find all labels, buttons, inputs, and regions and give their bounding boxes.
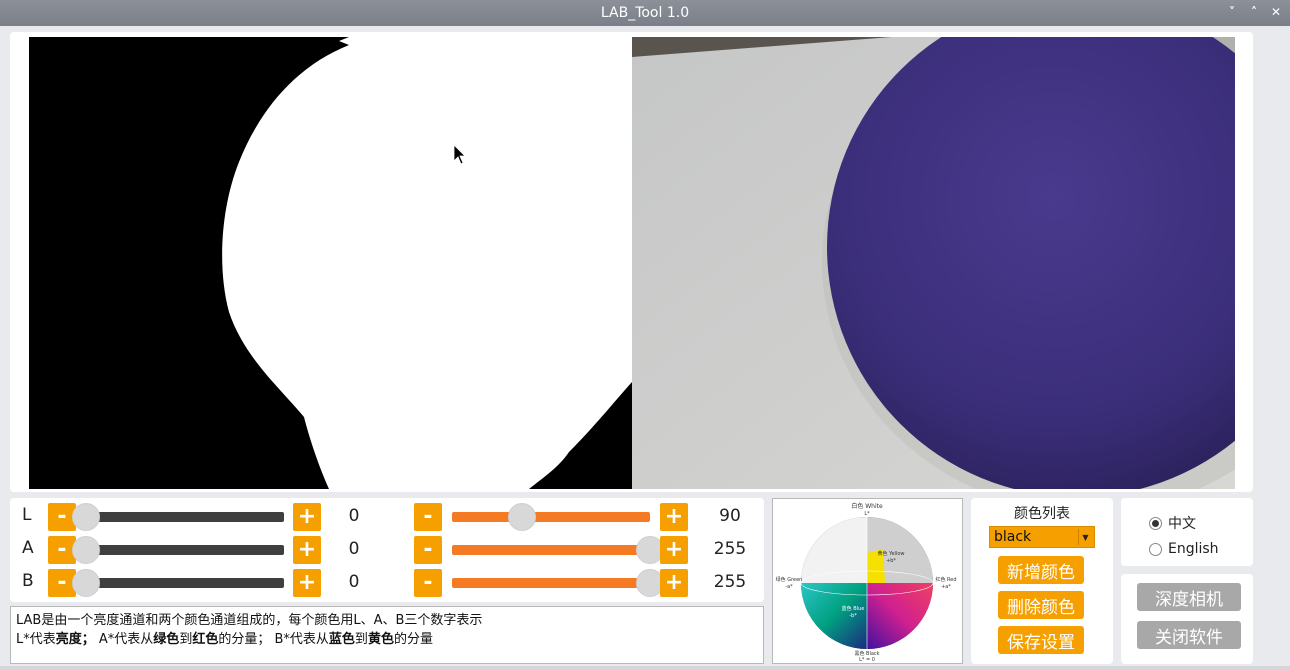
a-max-value: 255 — [713, 539, 747, 559]
window-controls: ˅ ˄ ✕ — [1224, 3, 1284, 21]
slider-thumb[interactable] — [72, 536, 100, 564]
l-max-decrement-button[interactable]: - — [414, 503, 442, 531]
neg-a-label: -a* — [785, 584, 793, 590]
pos-b-label: +b* — [886, 558, 896, 564]
camera-image — [632, 37, 1235, 489]
language-panel: 中文 English — [1121, 498, 1253, 566]
window-body: L - + 0 - + 90 A - + 0 - + 255 B - + 0 -… — [0, 26, 1290, 670]
b-max-slider[interactable] — [452, 569, 664, 597]
image-panel — [10, 32, 1253, 492]
language-option-english[interactable]: English — [1149, 541, 1219, 557]
desc-text: 的分量； B*代表从 — [218, 632, 329, 647]
maximize-icon[interactable]: ˄ — [1246, 3, 1262, 21]
radio-selected-icon[interactable] — [1149, 516, 1162, 530]
depth-camera-button[interactable]: 深度相机 — [1137, 583, 1241, 611]
b-max-decrement-button[interactable]: - — [414, 569, 442, 597]
camera-scene — [632, 37, 1235, 489]
lab-color-space-diagram: 白色 White L* 绿色 Green -a* 红色 Red +a* 黄色 Y… — [772, 498, 963, 664]
slider-thumb[interactable] — [72, 569, 100, 597]
slider-row-b: B - + 0 - + 255 — [10, 569, 764, 597]
desc-text: 的分量 — [393, 632, 433, 647]
mask-shape — [29, 37, 632, 489]
delete-color-button[interactable]: 删除颜色 — [998, 591, 1084, 619]
add-color-button[interactable]: 新增颜色 — [998, 556, 1084, 584]
a-max-slider[interactable] — [452, 536, 664, 564]
desc-text: 到 — [354, 632, 368, 647]
radio-icon[interactable] — [1149, 542, 1162, 556]
desc-bold: 黄色 — [367, 632, 394, 647]
l-axis-label: L* — [864, 511, 870, 517]
l-max-increment-button[interactable]: + — [660, 503, 688, 531]
green-label: 绿色 Green — [776, 576, 803, 583]
window-title: LAB_Tool 1.0 — [600, 5, 690, 21]
l-min-value: 0 — [348, 506, 360, 526]
language-label: 中文 — [1168, 516, 1196, 532]
a-min-increment-button[interactable]: + — [293, 536, 321, 564]
desc-bold: 蓝色 — [328, 632, 355, 647]
l-min-slider[interactable] — [72, 503, 284, 531]
desc-bold: 绿色 — [153, 632, 180, 647]
binary-mask-image — [29, 37, 632, 489]
white-label: 白色 White — [851, 502, 883, 510]
a-min-slider[interactable] — [72, 536, 284, 564]
channel-label: L — [22, 505, 32, 525]
lab-sphere: 白色 White L* 绿色 Green -a* 红色 Red +a* 黄色 Y… — [776, 502, 957, 663]
system-panel: 深度相机 关闭软件 — [1121, 574, 1253, 664]
channel-label: B — [22, 571, 34, 591]
a-max-decrement-button[interactable]: - — [414, 536, 442, 564]
pos-a-label: +a* — [941, 584, 951, 590]
slider-row-l: L - + 0 - + 90 — [10, 503, 764, 531]
blue-label: 蓝色 Blue — [842, 605, 865, 612]
a-min-value: 0 — [348, 539, 360, 559]
slider-thumb[interactable] — [72, 503, 100, 531]
desc-text: L*代表 — [16, 632, 56, 647]
lab-description: LAB是由一个亮度通道和两个颜色通道组成的，每个颜色用L、A、B三个数字表示 L… — [10, 606, 764, 664]
language-option-chinese[interactable]: 中文 — [1149, 513, 1196, 533]
color-list-panel: 颜色列表 black ▼ 新增颜色 删除颜色 保存设置 — [971, 498, 1113, 664]
title-bar: LAB_Tool 1.0 ˅ ˄ ✕ — [0, 0, 1290, 26]
close-software-button[interactable]: 关闭软件 — [1137, 621, 1241, 649]
color-select[interactable]: black ▼ — [989, 526, 1095, 548]
l-zero-label: L* = 0 — [859, 657, 875, 663]
b-min-increment-button[interactable]: + — [293, 569, 321, 597]
b-max-value: 255 — [713, 572, 747, 592]
bottom-strip — [0, 666, 1290, 670]
desc-bold: 亮度； — [55, 632, 95, 647]
l-max-value: 90 — [719, 506, 741, 526]
color-select-value: black — [994, 529, 1032, 545]
black-label: 黑色 Black — [854, 650, 879, 657]
b-max-increment-button[interactable]: + — [660, 569, 688, 597]
color-list-title: 颜色列表 — [1014, 506, 1070, 522]
l-max-slider[interactable] — [452, 503, 650, 531]
slider-thumb[interactable] — [507, 503, 536, 531]
minimize-icon[interactable]: ˅ — [1224, 3, 1240, 21]
neg-b-label: -b* — [849, 613, 857, 619]
slider-row-a: A - + 0 - + 255 — [10, 536, 764, 564]
desc-bold: 红色 — [192, 632, 219, 647]
lab-slider-panel: L - + 0 - + 90 A - + 0 - + 255 B - + 0 -… — [10, 498, 764, 602]
yellow-label: 黄色 Yellow — [878, 550, 905, 557]
l-min-increment-button[interactable]: + — [293, 503, 321, 531]
chevron-down-icon[interactable]: ▼ — [1078, 529, 1092, 545]
description-line-1: LAB是由一个亮度通道和两个颜色通道组成的，每个颜色用L、A、B三个数字表示 — [16, 613, 483, 628]
desc-text: 到 — [179, 632, 193, 647]
desc-text: A*代表从 — [94, 632, 154, 647]
close-icon[interactable]: ✕ — [1268, 3, 1284, 21]
language-label: English — [1168, 541, 1219, 557]
channel-label: A — [22, 538, 34, 558]
red-label: 红色 Red — [935, 576, 956, 583]
b-min-slider[interactable] — [72, 569, 284, 597]
b-min-value: 0 — [348, 572, 360, 592]
save-settings-button[interactable]: 保存设置 — [998, 626, 1084, 654]
description-line-2: L*代表亮度； A*代表从绿色到红色的分量； B*代表从蓝色到黄色的分量 — [16, 630, 758, 649]
a-max-increment-button[interactable]: + — [660, 536, 688, 564]
